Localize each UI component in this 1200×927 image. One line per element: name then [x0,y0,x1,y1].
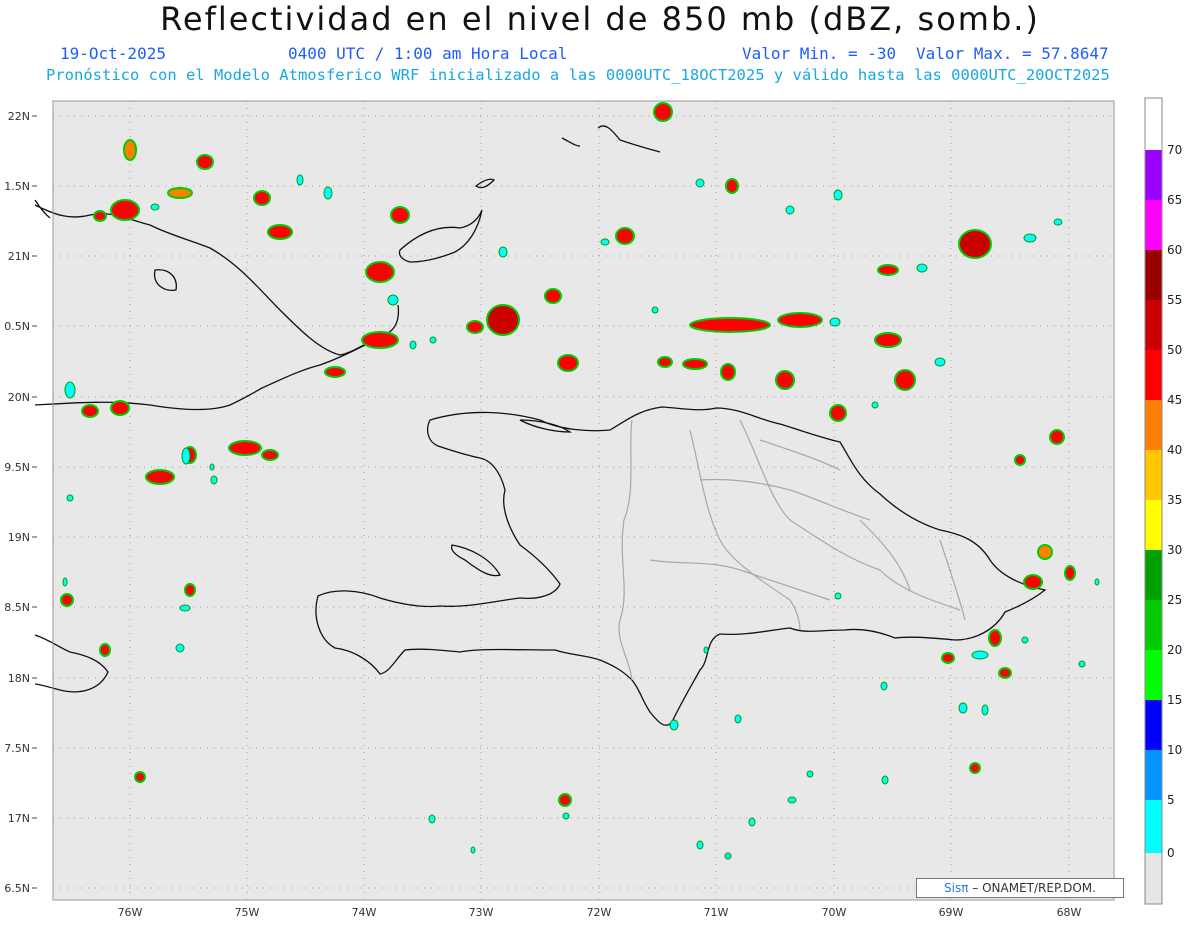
colorbar-label: 50 [1167,343,1182,357]
lon-label: 73W [469,906,494,919]
lat-label: 8.5N [4,601,30,614]
lon-label: 69W [939,906,964,919]
lon-label: 75W [235,906,260,919]
lon-label: 76W [118,906,143,919]
colorbar-label: 25 [1167,593,1182,607]
colorbar-label: 5 [1167,793,1175,807]
lat-label: 0.5N [4,320,30,333]
lat-label: 22N [8,110,30,123]
lon-label: 74W [352,906,377,919]
lat-label: 21N [8,250,30,263]
map-area [53,101,1114,900]
lat-label: 20N [8,391,30,404]
colorbar [1144,97,1163,905]
lat-label: 19N [8,531,30,544]
lat-label: 7.5N [4,742,30,755]
lat-label: 9.5N [4,461,30,474]
lat-label: 1.5N [4,180,30,193]
colorbar-label: 15 [1167,693,1182,707]
lon-label: 72W [587,906,612,919]
colorbar-label: 65 [1167,193,1182,207]
colorbar-label: 30 [1167,543,1182,557]
colorbar-labels: 70 65 60 55 50 45 40 35 30 25 20 15 10 5… [1167,143,1182,860]
colorbar-label: 10 [1167,743,1182,757]
colorbar-label: 0 [1167,846,1175,860]
credit-box: Sisπ – ONAMET/REP.DOM. [916,878,1124,898]
longitude-labels: 76W 75W 74W 73W 72W 71W 70W 69W 68W [118,906,1082,919]
lon-label: 70W [822,906,847,919]
colorbar-label: 70 [1167,143,1182,157]
colorbar-label: 20 [1167,643,1182,657]
lat-label: 6.5N [4,882,30,895]
colorbar-label: 55 [1167,293,1182,307]
colorbar-label: 45 [1167,393,1182,407]
latitude-labels: 22N 1.5N 21N 0.5N 20N 9.5N 19N 8.5N 18N … [4,110,30,895]
reflectivity-map: 22N 1.5N 21N 0.5N 20N 9.5N 19N 8.5N 18N … [4,97,1182,919]
colorbar-label: 60 [1167,243,1182,257]
credit-org: – ONAMET/REP.DOM. [972,881,1096,895]
sis-logo: Sisπ [944,881,969,895]
lat-label: 18N [8,672,30,685]
lon-label: 71W [704,906,729,919]
lat-label: 17N [8,812,30,825]
latitude-ticks [32,115,37,889]
colorbar-label: 35 [1167,493,1182,507]
lon-label: 68W [1057,906,1082,919]
colorbar-label: 40 [1167,443,1182,457]
